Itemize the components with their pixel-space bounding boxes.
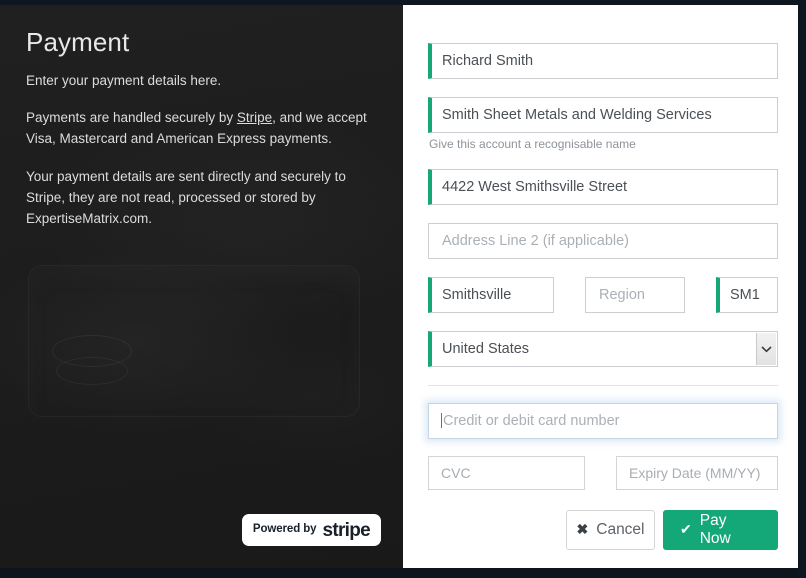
expiry-date-placeholder: Expiry Date (MM/YY)	[629, 464, 761, 481]
cvc-placeholder: CVC	[441, 464, 471, 481]
region-placeholder: Region	[599, 286, 645, 303]
cvc-input[interactable]: CVC	[428, 455, 585, 490]
powered-by-stripe-badge: Powered by stripe	[241, 514, 381, 546]
powered-by-label: Powered by	[252, 522, 317, 535]
stripe-link[interactable]: Stripe	[237, 110, 272, 125]
payment-info-panel: Payment Enter your payment details here.…	[0, 5, 403, 568]
page-title: Payment	[26, 27, 130, 57]
card-number-placeholder: Credit or debit card number	[443, 412, 620, 429]
country-select-value: United States	[442, 340, 530, 357]
address-line-2-input[interactable]: Address Line 2 (if applicable)	[428, 222, 778, 259]
security-paragraph: Payments are handled securely by Stripe,…	[26, 108, 377, 150]
address-line-1-input[interactable]: 4422 West Smithsville Street	[428, 168, 778, 205]
account-name-help-text: Give this account a recognisable name	[429, 137, 636, 151]
panel-background-detail-2	[56, 357, 128, 385]
country-select[interactable]: United States	[428, 330, 778, 367]
form-actions: ✖ Cancel ✔ Pay Now	[428, 509, 778, 550]
cancel-button-label: Cancel	[596, 520, 645, 538]
postcode-input[interactable]: SM1	[716, 276, 778, 313]
cvc-expiry-row: CVC Expiry Date (MM/YY)	[428, 455, 778, 490]
stripe-wordmark: stripe	[322, 520, 370, 541]
account-name-input-value: Smith Sheet Metals and Welding Services	[442, 107, 712, 123]
name-input[interactable]: Richard Smith	[428, 43, 778, 79]
address-line-2-placeholder: Address Line 2 (if applicable)	[442, 232, 629, 249]
cancel-button[interactable]: ✖ Cancel	[566, 509, 655, 550]
city-input-value: Smithsville	[442, 286, 512, 303]
chevron-down-icon[interactable]	[756, 332, 776, 365]
card-number-input[interactable]: Credit or debit card number	[428, 402, 778, 439]
city-input[interactable]: Smithsville	[428, 276, 554, 313]
payment-info-content: Payment Enter your payment details here.…	[26, 27, 377, 247]
page-subtitle: Enter your payment details here.	[26, 72, 222, 88]
city-region-postcode-row: Smithsville Region SM1	[428, 276, 778, 313]
address-line-1-value: 4422 West Smithsville Street	[442, 178, 628, 195]
window-top-strip	[0, 0, 806, 5]
pay-now-button[interactable]: ✔ Pay Now	[663, 509, 778, 550]
window-right-strip	[798, 0, 806, 578]
pay-now-button-label: Pay Now	[699, 511, 731, 547]
payment-page: Payment Enter your payment details here.…	[0, 0, 806, 578]
section-divider	[428, 384, 778, 386]
payment-form: Richard Smith Smith Sheet Metals and Wel…	[428, 43, 778, 550]
expiry-date-input[interactable]: Expiry Date (MM/YY)	[616, 455, 778, 490]
privacy-paragraph: Your payment details are sent directly a…	[26, 169, 346, 227]
account-name-input[interactable]: Smith Sheet Metals and Welding Services	[428, 97, 778, 133]
postcode-input-value: SM1	[730, 286, 760, 303]
check-icon: ✔	[680, 521, 692, 538]
name-input-value: Richard Smith	[442, 53, 534, 69]
text-caret	[441, 413, 442, 429]
window-bottom-strip	[0, 568, 806, 578]
close-icon: ✖	[576, 521, 589, 538]
region-input[interactable]: Region	[585, 276, 685, 313]
security-paragraph-part-1: Payments are handled securely by	[26, 110, 237, 126]
payment-form-panel: Richard Smith Smith Sheet Metals and Wel…	[403, 5, 798, 568]
